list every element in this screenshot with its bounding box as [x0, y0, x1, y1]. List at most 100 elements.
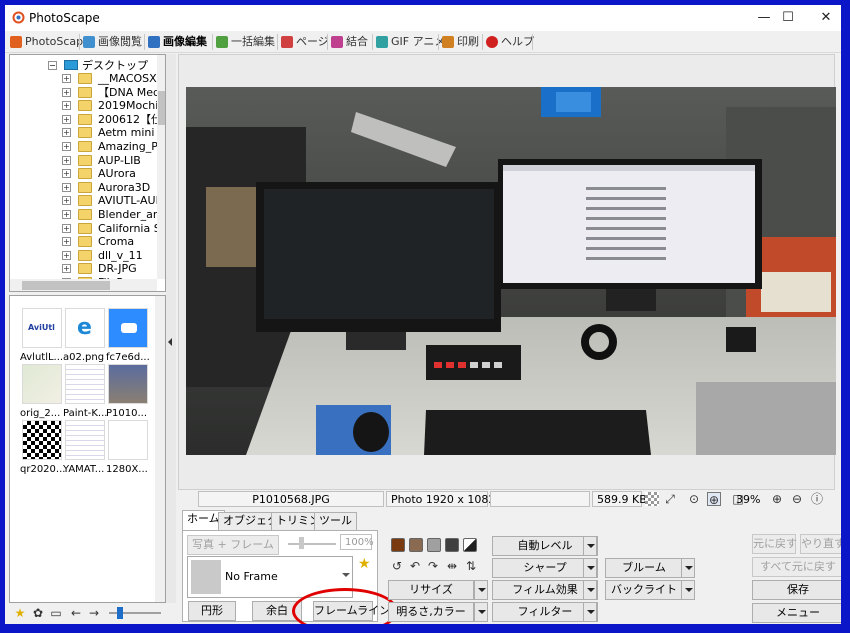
panel-splitter[interactable] [166, 54, 176, 603]
tree-folder-item[interactable]: + Croma [10, 235, 157, 248]
thumbnail-item[interactable]: orig_2... [20, 364, 64, 422]
slider-handle[interactable] [117, 607, 123, 619]
dark-filter-swatch[interactable] [445, 538, 459, 552]
gray-filter-swatch[interactable] [427, 538, 441, 552]
menu-help[interactable]: ヘルプ [485, 33, 534, 51]
film-effect-dropdown[interactable] [583, 580, 597, 600]
filter-dropdown[interactable] [583, 602, 597, 622]
tab-tools[interactable]: ツール [314, 512, 357, 530]
frame-size-slider[interactable] [288, 543, 336, 545]
tree-folder-item[interactable]: + dll_v_11 [10, 249, 157, 262]
flip-horizontal-icon[interactable]: ⇹ [445, 559, 459, 573]
undo-button[interactable]: 元に戻す [752, 534, 797, 554]
image-canvas[interactable] [178, 54, 836, 490]
circle-button[interactable]: 円形 [188, 601, 236, 621]
folder-tree[interactable]: − デスクトップ +__MACOSX+【DNA Media+2019Mochi+… [9, 54, 166, 292]
warm-filter-swatch[interactable] [409, 538, 423, 552]
expand-icon[interactable]: + [62, 101, 71, 111]
menu-photoscape[interactable]: PhotoScape [9, 33, 90, 51]
save-button[interactable]: 保存 [752, 580, 841, 600]
menu-viewer[interactable]: 画像閲覧 [82, 33, 142, 51]
forward-arrow-icon[interactable]: → [87, 606, 101, 620]
tree-root[interactable]: − デスクトップ [10, 59, 157, 72]
flip-vertical-icon[interactable]: ⇅ [464, 559, 478, 573]
invert-filter-swatch[interactable] [463, 538, 477, 552]
zoom-actual-icon[interactable]: ⊕ [707, 492, 721, 507]
thumbnail-item[interactable]: Paint-K... [63, 364, 107, 422]
menu-combine[interactable]: 結合 [330, 33, 368, 51]
menu-batch[interactable]: 一括編集 [215, 33, 275, 51]
zoom-in-icon[interactable]: ⊕ [770, 492, 784, 506]
thumbnail-item[interactable]: e a02.png [63, 308, 107, 366]
expand-icon[interactable]: + [62, 128, 71, 138]
fit-screen-icon[interactable]: ⤢ [663, 492, 677, 506]
tree-folder-item[interactable]: +2019Mochi [10, 99, 157, 112]
photo-frame-button[interactable]: 写真 + フレーム [187, 535, 279, 555]
tree-folder-item[interactable]: + AVIUTL-AUI [10, 194, 157, 207]
tree-folder-item[interactable]: + AUrora [10, 167, 157, 180]
auto-level-dropdown[interactable] [583, 536, 597, 556]
tree-folder-item[interactable]: + 【DNA Media [10, 86, 157, 99]
expand-icon[interactable]: + [62, 114, 71, 124]
back-arrow-icon[interactable]: ← [69, 606, 83, 620]
tree-folder-item[interactable]: + __MACOSX [10, 72, 157, 85]
menu-button[interactable]: メニュー [752, 603, 841, 623]
thumbnail-item[interactable]: qr2020... [20, 420, 65, 478]
menu-gif[interactable]: GIF アニメ [375, 33, 445, 51]
tree-folder-item[interactable]: + DR-JPG [10, 262, 157, 275]
resize-button[interactable]: リサイズ [388, 580, 474, 600]
expand-icon[interactable]: + [62, 250, 71, 260]
brightness-color-button[interactable]: 明るさ,カラー [388, 602, 474, 622]
tree-folder-item[interactable]: + Aetm mini p [10, 126, 157, 139]
thumbnail-item[interactable]: fc7e6d... [106, 308, 150, 366]
thumbnail-item[interactable]: AviUtl AvlutlL... [20, 308, 64, 366]
zoom-out-icon[interactable]: ⊖ [790, 492, 804, 506]
menu-page[interactable]: ページ [280, 33, 329, 51]
menu-print[interactable]: 印刷 [441, 33, 479, 51]
transparency-icon[interactable] [645, 492, 659, 506]
frame-slider-handle[interactable] [299, 537, 304, 549]
collapse-icon[interactable]: − [48, 61, 57, 70]
thumbnail-item[interactable]: P1010... [106, 364, 150, 422]
tree-folder-item[interactable]: + Aurora3D [10, 181, 157, 194]
rotate-left-icon[interactable]: ↺ [390, 559, 404, 573]
collapse-arrow-icon[interactable] [168, 338, 172, 346]
thumbnail-item[interactable]: YAMAT... [63, 420, 107, 478]
bloom-button[interactable]: ブルーム [605, 558, 683, 578]
tree-horizontal-scrollbar[interactable] [10, 279, 157, 291]
expand-icon[interactable]: + [62, 223, 71, 233]
favorites-icon[interactable]: ✿ [31, 606, 45, 620]
brightness-dropdown[interactable] [474, 602, 488, 622]
zoom-fit-icon[interactable]: ⊙ [687, 492, 701, 506]
expand-icon[interactable]: + [62, 264, 71, 274]
tree-folder-item[interactable]: + AUP-LIB [10, 154, 157, 167]
bloom-dropdown[interactable] [681, 558, 695, 578]
thumbnail-item[interactable]: 1280X... [106, 420, 150, 478]
undo-rotate-icon[interactable]: ↶ [408, 559, 422, 573]
tree-folder-item[interactable]: + Blender_ani [10, 208, 157, 221]
resize-dropdown[interactable] [474, 580, 488, 600]
sepia-filter-swatch[interactable] [391, 538, 405, 552]
tree-folder-item[interactable]: + Amazing_Pla [10, 140, 157, 153]
expand-icon[interactable]: + [62, 182, 71, 192]
expand-icon[interactable]: + [62, 155, 71, 165]
expand-icon[interactable]: + [62, 196, 71, 206]
backlight-button[interactable]: バックライト [605, 580, 683, 600]
expand-icon[interactable]: + [62, 74, 71, 83]
expand-icon[interactable]: + [62, 87, 71, 97]
close-button[interactable]: ✕ [803, 5, 841, 31]
expand-icon[interactable]: + [62, 237, 71, 247]
star-icon[interactable]: ★ [13, 606, 27, 620]
menu-editor[interactable]: 画像編集 [147, 33, 207, 51]
info-icon[interactable]: ⓘ [810, 492, 824, 506]
folder-open-icon[interactable]: ▭ [49, 606, 63, 620]
redo-button[interactable]: やり直す [800, 534, 841, 554]
expand-icon[interactable]: + [62, 169, 71, 179]
favorite-frame-icon[interactable]: ★ [358, 556, 371, 572]
backlight-dropdown[interactable] [681, 580, 695, 600]
expand-icon[interactable]: + [62, 142, 71, 151]
thumbnail-scrollbar[interactable] [155, 296, 165, 602]
frame-percent[interactable]: 100% [340, 534, 374, 550]
rotate-right-icon[interactable]: ↷ [426, 559, 440, 573]
tree-vertical-scrollbar[interactable] [157, 55, 165, 279]
